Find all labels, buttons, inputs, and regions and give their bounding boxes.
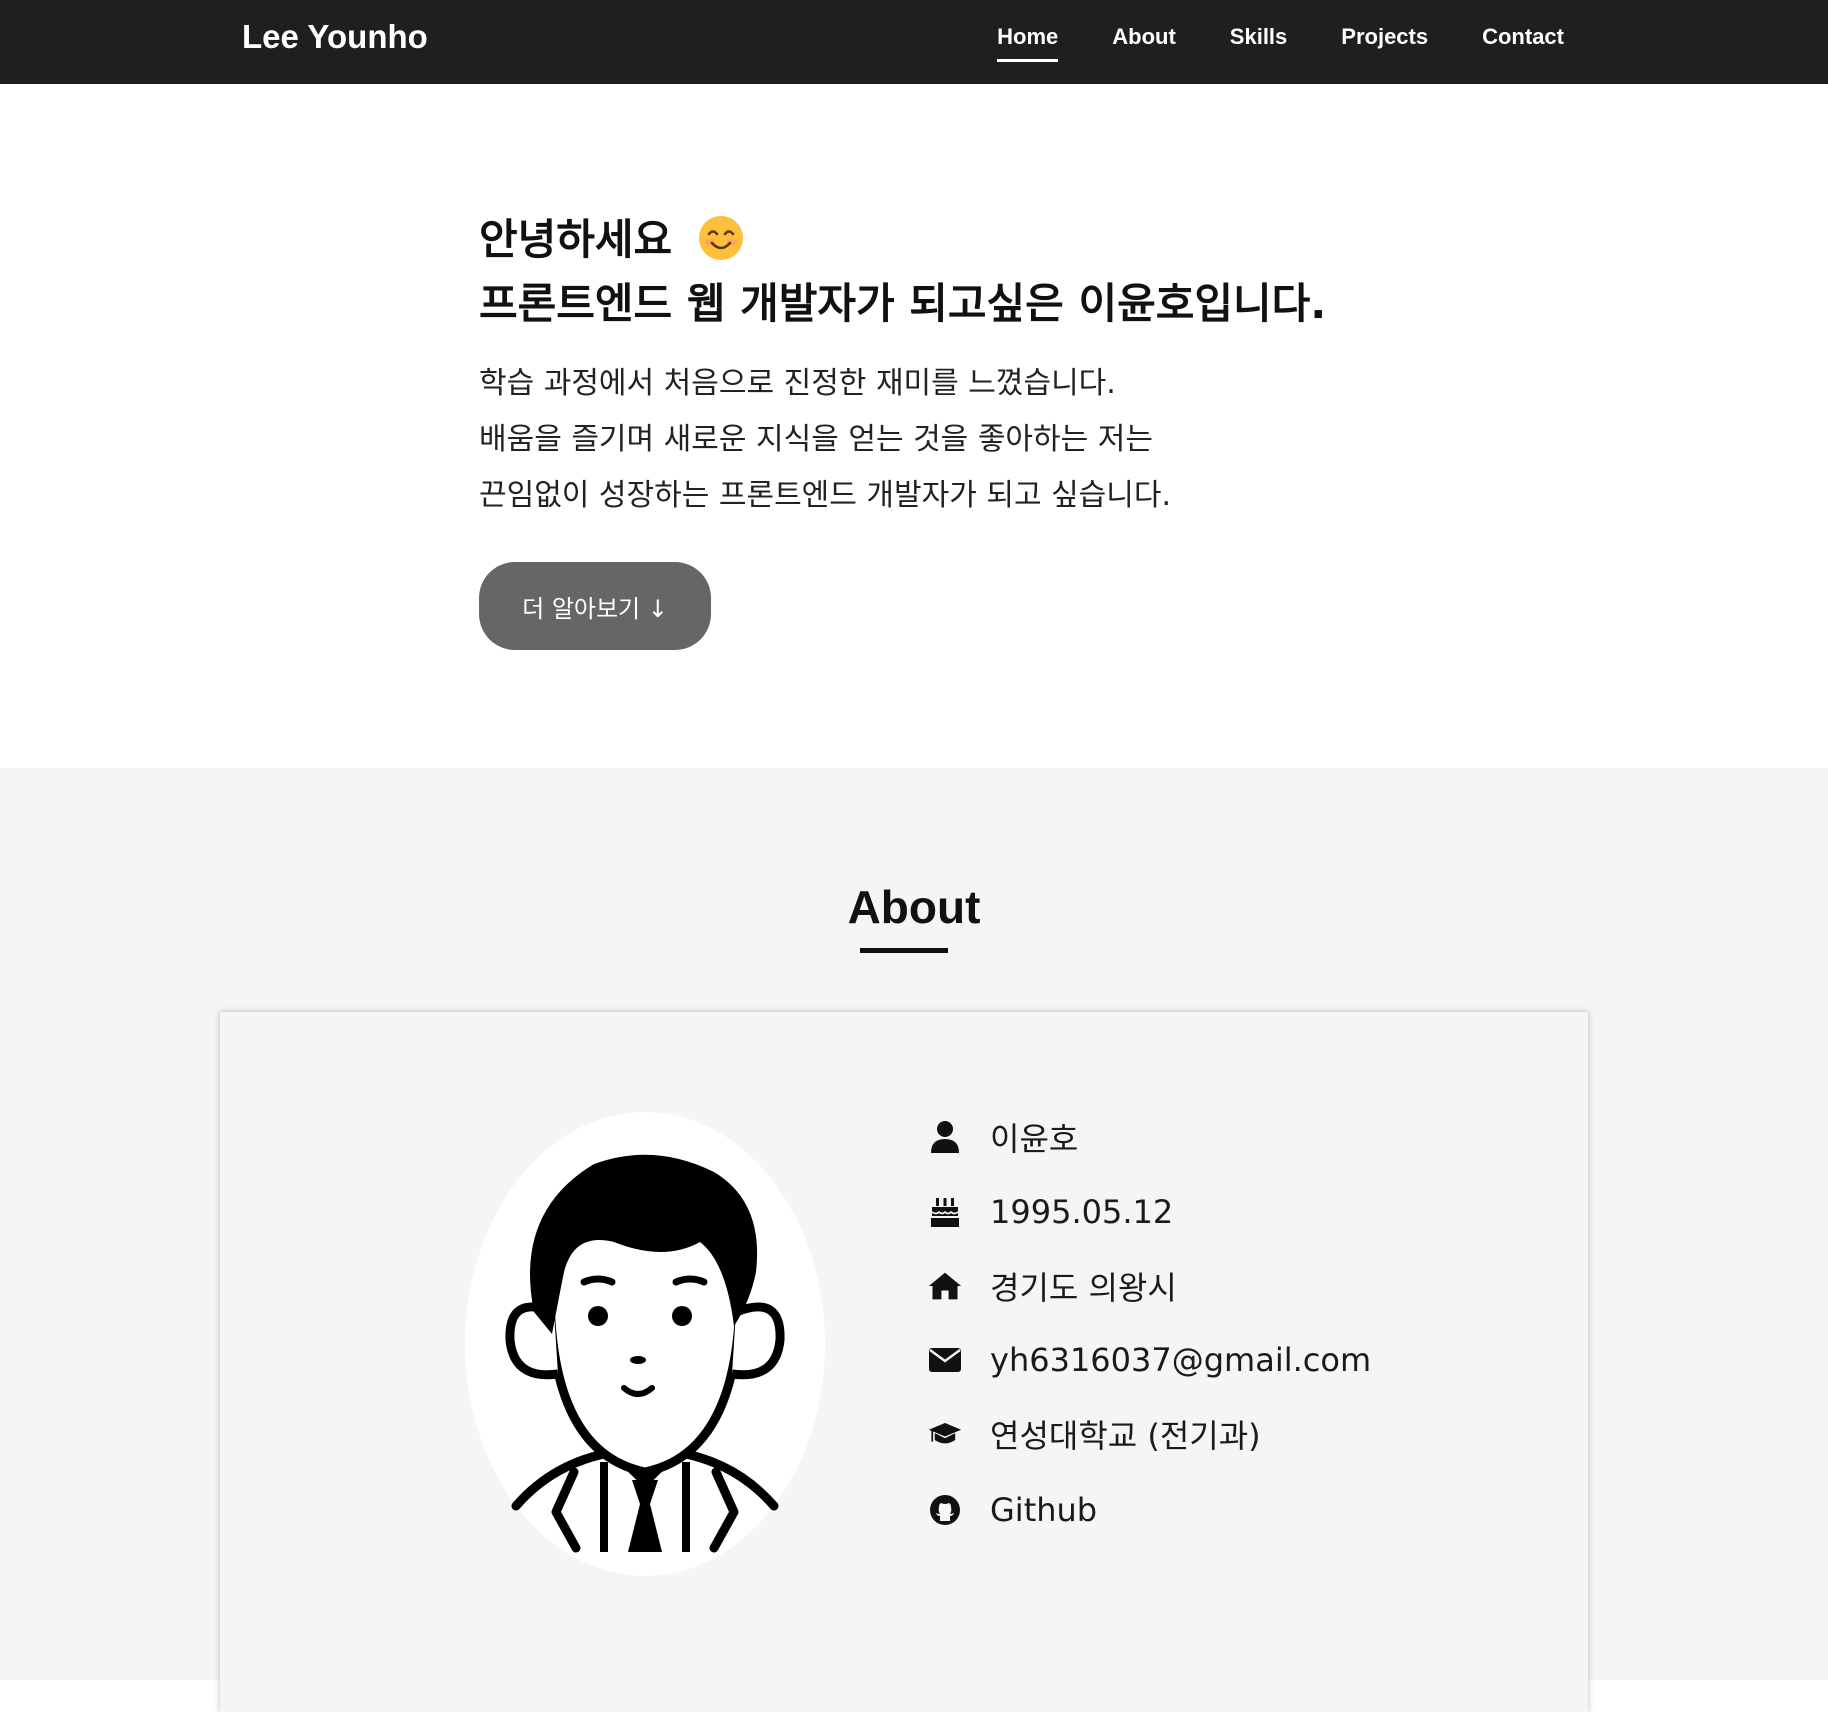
info-row-github: Github [928,1485,1097,1535]
user-icon [928,1120,962,1154]
info-row-name: 이윤호 [928,1112,1078,1162]
hero-description-line-1: 학습 과정에서 처음으로 진정한 재미를 느꼈습니다. [479,366,1116,401]
learn-more-button[interactable]: 더 알아보기 ↓ [479,562,711,650]
about-title-underline [860,948,948,953]
graduation-cap-icon [928,1417,962,1451]
about-card: 이윤호 1995.05.12 경기도 의왕시 yh6316037@gmail.c… [220,1012,1588,1712]
smiling-face-icon [698,216,743,260]
hero-greeting: 안녕하세요 [479,215,673,264]
nav-link-projects[interactable]: Projects [1341,24,1428,60]
envelope-icon [928,1343,962,1377]
info-row-address: 경기도 의왕시 [928,1261,1177,1311]
about-title: About [847,881,981,933]
info-github[interactable]: Github [990,1491,1097,1529]
info-address: 경기도 의왕시 [990,1269,1177,1307]
hero-title: 안녕하세요 프론트엔드 웹 개발자가 되고싶은 이윤호입니다. [479,208,1326,336]
info-row-school: 연성대학교 (전기과) [928,1409,1261,1459]
hero-greeting-line: 안녕하세요 [479,208,1326,272]
info-name: 이윤호 [990,1120,1079,1158]
info-birthday: 1995.05.12 [990,1193,1174,1231]
hero-headline: 프론트엔드 웹 개발자가 되고싶은 이윤호입니다. [479,279,1327,328]
hero-description-line-2: 배움을 즐기며 새로운 지식을 얻는 것을 좋아하는 저는 [479,422,1153,457]
info-row-email: yh6316037@gmail.com [928,1335,1371,1385]
nav-links: Home About Skills Projects Contact [997,24,1564,62]
info-school: 연성대학교 (전기과) [990,1417,1261,1455]
hero-description-line-3: 끈임없이 성장하는 프론트엔드 개발자가 되고 싶습니다. [479,478,1172,513]
home-icon [928,1269,962,1303]
top-navbar: Lee Younho Home About Skills Projects Co… [0,0,1828,84]
hero-section: 안녕하세요 프론트엔드 웹 개발자가 되고싶은 이윤호입니다. 학습 과정에서 … [0,84,1828,768]
info-row-birthday: 1995.05.12 [928,1187,1173,1237]
avatar [465,1112,825,1576]
hero-description: 학습 과정에서 처음으로 진정한 재미를 느꼈습니다. 배움을 즐기며 새로운 … [479,356,1171,524]
brand-logo[interactable]: Lee Younho [242,18,428,56]
info-email[interactable]: yh6316037@gmail.com [990,1341,1371,1379]
nav-link-contact[interactable]: Contact [1482,24,1564,60]
nav-link-skills[interactable]: Skills [1230,24,1287,60]
nav-link-about[interactable]: About [1112,24,1176,60]
github-icon[interactable] [928,1493,962,1527]
about-section: About 이윤호 1995.05.12 경기도 의왕시 yh6316037@g… [0,768,1828,1712]
nav-link-home[interactable]: Home [997,24,1059,62]
birthday-cake-icon [928,1195,962,1229]
